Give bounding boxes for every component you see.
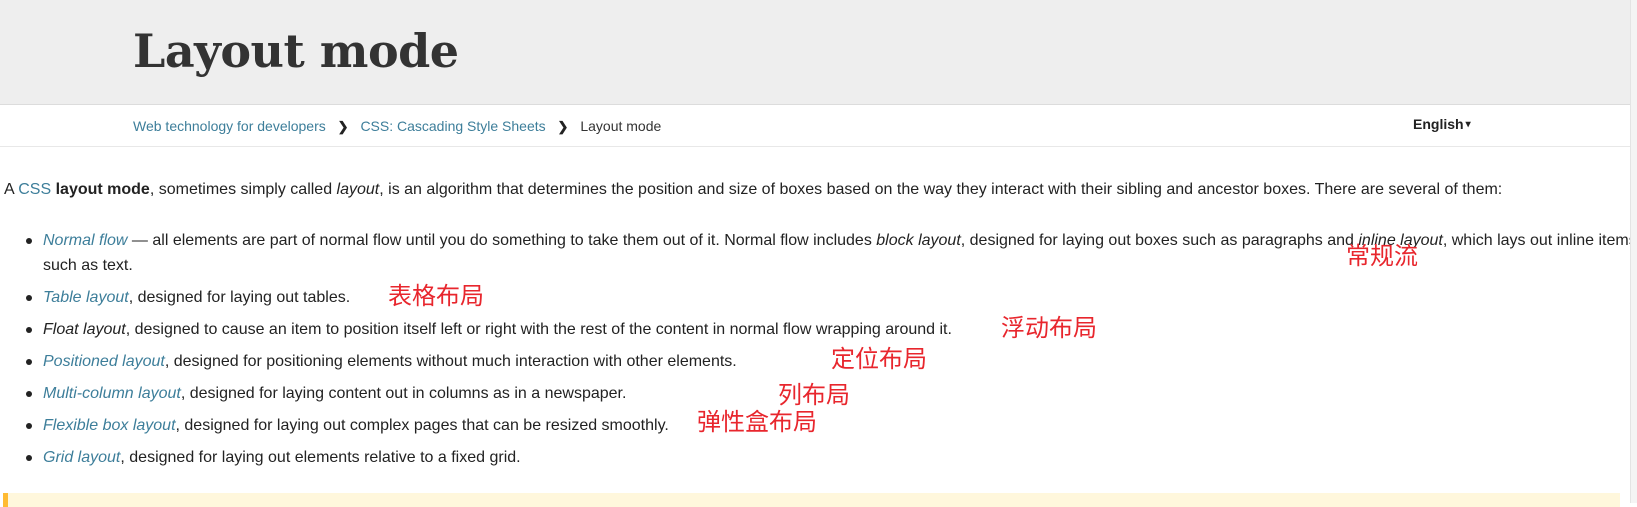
multi-column-layout-link[interactable]: Multi-column layout — [43, 385, 181, 402]
annotation-normal-flow: 常规流 — [1346, 242, 1418, 270]
normal-flow-link[interactable]: Normal flow — [43, 232, 127, 249]
list-item-table-layout: Table layout, designed for laying out ta… — [26, 285, 1637, 310]
positioned-layout-link[interactable]: Positioned layout — [43, 353, 165, 370]
breadcrumb-item-css[interactable]: CSS: Cascading Style Sheets — [360, 118, 545, 134]
annotation-positioned-layout: 定位布局 — [831, 345, 927, 373]
table-layout-link[interactable]: Table layout — [43, 289, 129, 306]
annotation-flexible-box-layout: 弹性盒布局 — [697, 408, 817, 436]
float-layout-term: Float layout — [43, 321, 126, 338]
language-label: English — [1413, 116, 1464, 132]
scrollbar[interactable] — [1630, 0, 1637, 503]
grid-layout-link[interactable]: Grid layout — [43, 449, 120, 466]
chevron-right-icon: ❯ — [557, 119, 569, 134]
list-item-float-layout: Float layout, designed to cause an item … — [26, 317, 1637, 342]
caret-down-icon: ▾ — [1465, 119, 1471, 130]
annotation-table-layout: 表格布局 — [388, 282, 484, 310]
annotation-multi-column-layout: 列布局 — [778, 381, 850, 409]
term-layout-mode: layout mode — [55, 181, 150, 198]
breadcrumb-current: Layout mode — [580, 118, 662, 134]
intro-paragraph: A CSS layout mode, sometimes simply call… — [4, 181, 1503, 198]
annotation-float-layout: 浮动布局 — [1001, 314, 1097, 342]
flexible-box-layout-link[interactable]: Flexible box layout — [43, 417, 176, 434]
language-selector[interactable]: English ▾ — [1413, 116, 1471, 132]
list-item-grid-layout: Grid layout, designed for laying out ele… — [26, 445, 1637, 470]
note-box — [3, 493, 1620, 507]
page-title: Layout mode — [133, 24, 459, 78]
chevron-right-icon: ❯ — [337, 119, 349, 134]
css-link[interactable]: CSS — [18, 181, 51, 198]
breadcrumb: Web technology for developers ❯ CSS: Cas… — [133, 118, 661, 135]
breadcrumb-item-web-technology[interactable]: Web technology for developers — [133, 118, 326, 134]
breadcrumb-bar: Web technology for developers ❯ CSS: Cas… — [0, 105, 1630, 147]
list-item-flexible-box-layout: Flexible box layout, designed for laying… — [26, 413, 1637, 438]
page-header: Layout mode — [0, 0, 1630, 105]
